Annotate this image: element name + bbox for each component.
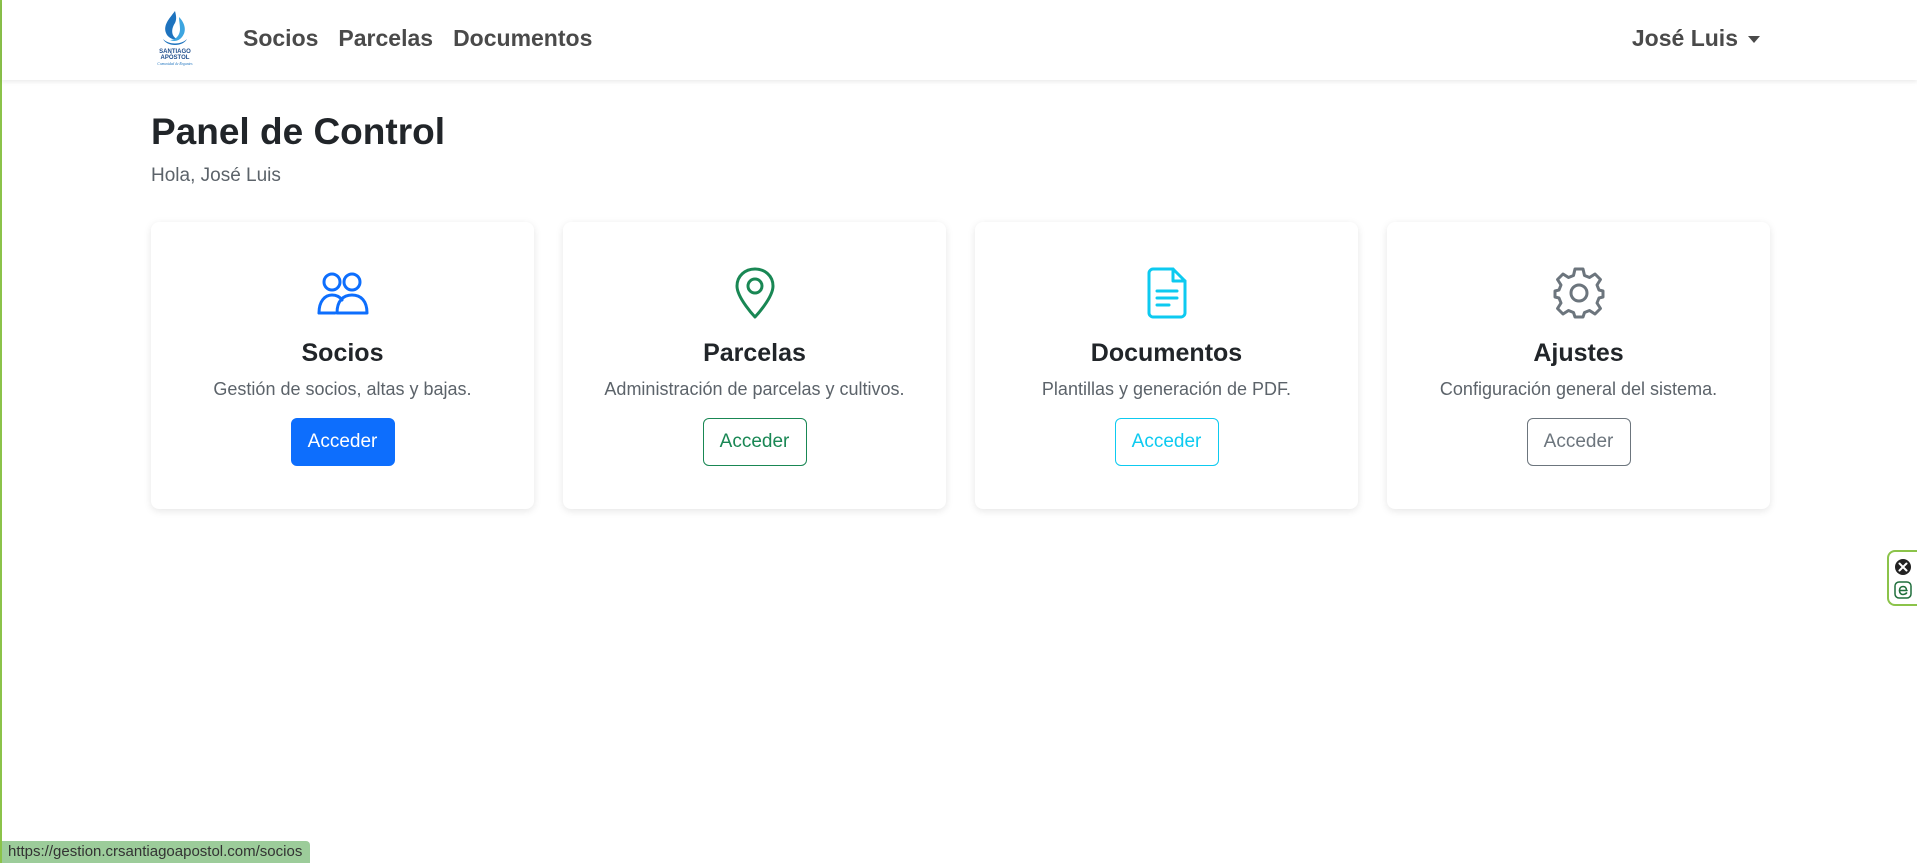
status-bar-url: https://gestion.crsantiagoapostol.com/so… (2, 841, 311, 863)
card-socios: Socios Gestión de socios, altas y bajas.… (151, 222, 534, 509)
card-description: Gestión de socios, altas y bajas. (213, 379, 472, 399)
card-title: Ajustes (1533, 339, 1624, 367)
user-name: José Luis (1631, 24, 1738, 51)
map-pin-icon (727, 265, 783, 321)
greeting: Hola, José Luis (151, 165, 281, 186)
nav-link-socios[interactable]: Socios (243, 25, 318, 52)
users-icon (315, 265, 371, 321)
acceder-socios-button[interactable]: Acceder (290, 418, 395, 466)
user-menu-dropdown[interactable]: José Luis (1632, 0, 1760, 76)
card-title: Documentos (1090, 339, 1243, 367)
caret-down-icon (1748, 35, 1760, 43)
nav-links: Socios Parcelas Documentos (243, 0, 592, 76)
gear-icon (1551, 265, 1607, 321)
extension-widget (1887, 550, 1917, 606)
card-ajustes: Ajustes Configuración general del sistem… (1387, 222, 1770, 509)
card-title: Parcelas (703, 339, 806, 367)
card-parcelas: Parcelas Administración de parcelas y cu… (563, 222, 946, 509)
acceder-documentos-button[interactable]: Acceder (1114, 418, 1219, 466)
nav-link-documentos[interactable]: Documentos (453, 25, 592, 52)
svg-text:APÓSTOL: APÓSTOL (161, 53, 190, 61)
e-icon[interactable] (1894, 580, 1912, 599)
card-description: Administración de parcelas y cultivos. (604, 379, 905, 399)
page-title: Panel de Control (151, 111, 445, 152)
acceder-ajustes-button[interactable]: Acceder (1526, 418, 1631, 466)
card-documentos: Documentos Plantillas y generación de PD… (975, 222, 1358, 509)
navbar: SANTIAGO APÓSTOL Comunidad de Regantes S… (2, 0, 1917, 80)
logo-icon: SANTIAGO APÓSTOL Comunidad de Regantes (157, 11, 193, 66)
card-description: Plantillas y generación de PDF. (1041, 379, 1292, 399)
close-circle-icon[interactable] (1894, 558, 1912, 576)
document-icon (1139, 265, 1195, 321)
nav-link-parcelas[interactable]: Parcelas (338, 25, 433, 52)
logo[interactable]: SANTIAGO APÓSTOL Comunidad de Regantes (149, 9, 201, 67)
acceder-parcelas-button[interactable]: Acceder (702, 418, 807, 466)
svg-text:Comunidad de Regantes: Comunidad de Regantes (157, 62, 193, 66)
cards-row: Socios Gestión de socios, altas y bajas.… (151, 222, 1770, 509)
card-description: Configuración general del sistema. (1439, 379, 1718, 399)
card-title: Socios (301, 339, 384, 367)
